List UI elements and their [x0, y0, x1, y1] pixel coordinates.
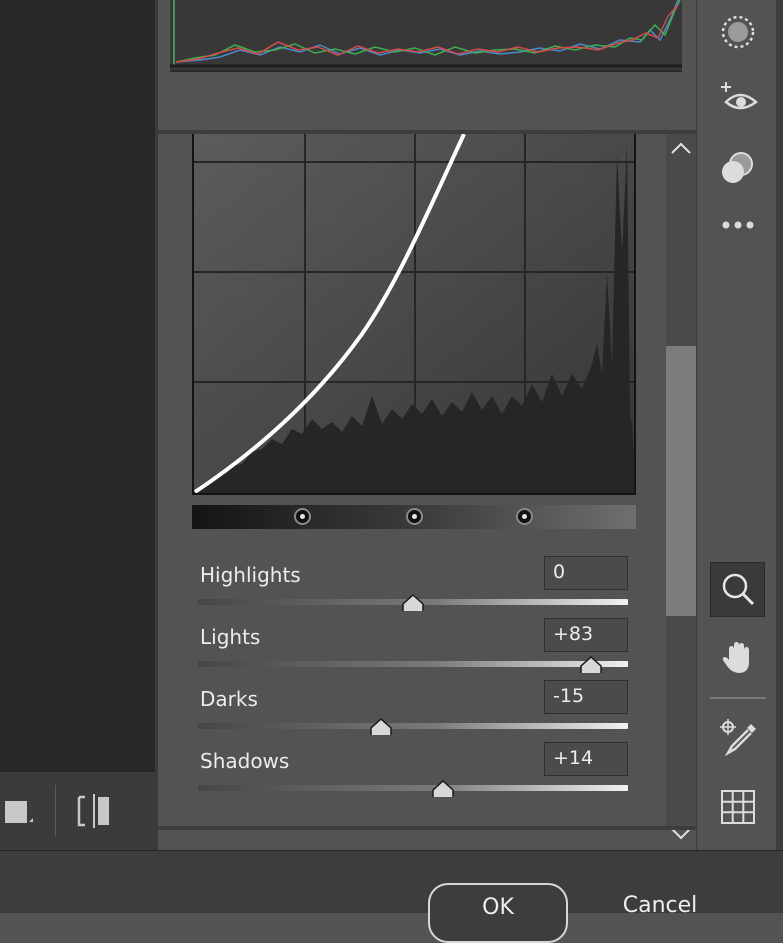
red-eye-icon[interactable]: [718, 80, 758, 116]
scrollbar-thumb[interactable]: [666, 346, 696, 616]
before-after-toggle-icon[interactable]: [77, 794, 111, 828]
darks-slider-track[interactable]: [198, 723, 628, 729]
more-options-icon[interactable]: [720, 218, 756, 232]
darks-label: Darks: [200, 687, 258, 711]
split-handle-2[interactable]: [406, 508, 423, 525]
tone-curve-graph[interactable]: [192, 134, 636, 495]
toolbar-divider: [55, 785, 56, 837]
mask-overlay-icon[interactable]: [719, 150, 757, 186]
lights-value-field[interactable]: +83: [544, 618, 628, 652]
zoom-icon: [722, 573, 755, 606]
highlights-value-field[interactable]: 0: [544, 556, 628, 590]
split-handle-3[interactable]: [516, 508, 533, 525]
zoom-tool-button[interactable]: [710, 562, 765, 617]
histogram: [170, 0, 682, 72]
darks-value-field[interactable]: -15: [544, 680, 628, 714]
grid-icon[interactable]: [720, 789, 756, 825]
darks-slider-thumb[interactable]: [370, 718, 392, 735]
shadows-slider-thumb[interactable]: [432, 780, 454, 797]
highlights-slider-thumb[interactable]: [402, 594, 424, 611]
cancel-button[interactable]: Cancel: [610, 893, 710, 923]
ok-button[interactable]: OK: [428, 883, 568, 943]
right-edge: [776, 0, 783, 850]
scroll-up-icon[interactable]: [670, 140, 692, 156]
shadows-label: Shadows: [200, 749, 290, 773]
panel-header-band: [158, 80, 696, 134]
view-options-icon[interactable]: [5, 798, 35, 828]
shadows-value-field[interactable]: +14: [544, 742, 628, 776]
split-handle-1[interactable]: [294, 508, 311, 525]
lights-label: Lights: [200, 625, 261, 649]
panel-bottom-edge: [158, 826, 696, 830]
hand-icon[interactable]: [721, 640, 755, 676]
image-canvas: [0, 0, 155, 772]
lights-slider-thumb[interactable]: [580, 656, 603, 673]
lights-slider-track[interactable]: [198, 661, 628, 667]
radial-mask-icon[interactable]: [719, 13, 757, 51]
highlights-label: Highlights: [200, 563, 301, 587]
color-sampler-icon[interactable]: [718, 718, 758, 758]
tool-divider: [710, 697, 766, 699]
shadows-slider-track[interactable]: [198, 785, 628, 791]
